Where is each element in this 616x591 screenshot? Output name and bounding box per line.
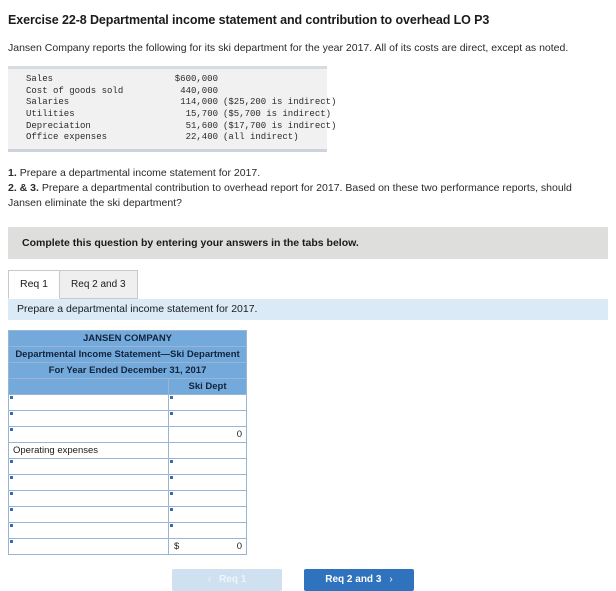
worksheet-row: Operating expenses: [8, 441, 247, 459]
tab-req-2-and-3[interactable]: Req 2 and 3: [60, 269, 138, 299]
next-req-2-and-3-button[interactable]: Req 2 and 3 ›: [304, 568, 414, 591]
worksheet-value-input[interactable]: [168, 521, 247, 539]
given-data-row: Utilities 15,700 ($5,700 is indirect): [8, 108, 331, 121]
given-data-label: Depreciation: [26, 120, 91, 131]
worksheet-value-input[interactable]: [168, 457, 247, 475]
worksheet-value-input[interactable]: [168, 505, 247, 523]
worksheet-column-header-blank: [8, 377, 169, 395]
income-statement-worksheet: JANSEN COMPANY Departmental Income State…: [8, 329, 247, 555]
worksheet-label-input[interactable]: [8, 521, 169, 539]
given-data-row: Salaries 114,000 ($25,200 is indirect): [8, 97, 336, 109]
given-data-note: [218, 74, 223, 84]
given-data-value: $600,000: [174, 74, 218, 85]
worksheet-wrapper: JANSEN COMPANY Departmental Income State…: [8, 329, 616, 555]
requirements-list: 1. Prepare a departmental income stateme…: [0, 152, 616, 211]
requirement-1-text: Prepare a departmental income statement …: [19, 166, 261, 179]
worksheet-label-input[interactable]: [8, 489, 169, 507]
given-data-note: [218, 86, 223, 96]
worksheet-value-input[interactable]: [168, 473, 247, 491]
intro-paragraph: Jansen Company reports the following for…: [8, 42, 569, 54]
worksheet-label-input[interactable]: [8, 537, 169, 555]
chevron-left-icon: ‹: [207, 574, 212, 586]
prev-req-1-label: Req 1: [219, 574, 247, 586]
navigation-bar: ‹ Req 1 Req 2 and 3 ›: [0, 568, 616, 591]
worksheet-row: 0: [8, 425, 247, 443]
given-data-value: 15,700: [185, 108, 218, 119]
worksheet-total-value: $0: [168, 537, 247, 555]
given-data-note: (all indirect): [223, 132, 299, 143]
worksheet-section-label-text: Operating expenses: [13, 444, 99, 456]
requirement-2: 2. & 3. Prepare a departmental contribut…: [8, 181, 608, 210]
worksheet-label-input[interactable]: [8, 393, 169, 411]
worksheet-value-input[interactable]: [168, 489, 247, 507]
worksheet-title-row-3: For Year Ended December 31, 2017: [8, 361, 247, 379]
chevron-right-icon: ›: [389, 574, 393, 586]
worksheet-row: $0: [8, 537, 247, 555]
worksheet-statement-name: Departmental Income Statement—Ski Depart…: [8, 345, 247, 363]
tab-req-1-label: Req 1: [20, 278, 49, 291]
worksheet-title-row-2: Departmental Income Statement—Ski Depart…: [8, 345, 247, 363]
given-data-note: ($5,700 is indirect): [223, 108, 332, 119]
worksheet-company-name: JANSEN COMPANY: [8, 329, 247, 347]
given-data-label: Utilities: [26, 108, 75, 119]
given-data-row: Depreciation 51,600 ($17,700 is indirect): [8, 120, 336, 133]
worksheet-subtotal-value-text: 0: [236, 428, 242, 440]
given-data-value: 114,000: [180, 97, 218, 108]
worksheet-section-label: Operating expenses: [8, 441, 169, 459]
given-data-value: 440,000: [180, 85, 218, 96]
given-data-label: Office expenses: [26, 132, 108, 143]
tab-req-2-and-3-label: Req 2 and 3: [71, 278, 126, 290]
worksheet-row: [8, 409, 247, 427]
given-data-value: 22,400: [185, 132, 218, 143]
worksheet-column-header-row: Ski Dept: [8, 377, 247, 395]
given-data-note: ($17,700 is indirect): [223, 120, 337, 131]
worksheet-row: [8, 393, 247, 411]
worksheet-value-input[interactable]: [168, 409, 247, 427]
requirement-2-number: 2. & 3.: [8, 182, 39, 195]
worksheet-row: [8, 505, 247, 523]
given-data-value: 51,600: [185, 120, 218, 131]
worksheet-label-input[interactable]: [8, 473, 169, 491]
tab-instruction-bar: Prepare a departmental income statement …: [8, 298, 608, 320]
complete-question-bar: Complete this question by entering your …: [8, 226, 608, 259]
prev-req-1-button[interactable]: ‹ Req 1: [172, 568, 282, 591]
given-data-row: Cost of goods sold 440,000: [8, 86, 327, 98]
next-req-2-and-3-label: Req 2 and 3: [325, 574, 382, 586]
given-data-row: Sales $600,000: [8, 74, 327, 86]
requirement-2-text: Prepare a departmental contribution to o…: [8, 182, 572, 210]
worksheet-value-input[interactable]: [168, 393, 247, 411]
page-title: Exercise 22-8 Departmental income statem…: [8, 13, 490, 27]
worksheet-label-input[interactable]: [8, 409, 169, 427]
worksheet-row: [8, 521, 247, 539]
worksheet-row: [8, 489, 247, 507]
tab-req-1[interactable]: Req 1: [8, 269, 61, 299]
given-data-note: ($25,200 is indirect): [223, 97, 337, 108]
given-data-label: Salaries: [26, 97, 70, 108]
worksheet-section-value: [168, 441, 247, 459]
worksheet-subtotal-value: 0: [168, 425, 247, 443]
worksheet-row: [8, 457, 247, 475]
given-data-block: Sales $600,000 Cost of goods sold 440,000 Sa…: [8, 66, 336, 152]
given-data-label: Sales: [26, 74, 54, 85]
tab-instruction-text: Prepare a departmental income statement …: [17, 303, 258, 316]
given-data-label: Cost of goods sold: [26, 85, 124, 96]
worksheet-column-header-ski-dept: Ski Dept: [168, 377, 247, 395]
tab-strip: Req 1 Req 2 and 3: [8, 269, 616, 299]
worksheet-period: For Year Ended December 31, 2017: [8, 361, 247, 379]
given-data-row: Office expenses 22,400 (all indirect): [8, 132, 327, 144]
worksheet-label-input[interactable]: [8, 505, 169, 523]
worksheet-total-currency: $: [174, 540, 180, 552]
worksheet-total-amount: 0: [236, 540, 242, 552]
worksheet-row: [8, 473, 247, 491]
requirement-1-number: 1.: [8, 166, 17, 179]
worksheet-label-input[interactable]: [8, 425, 169, 443]
requirement-1: 1. Prepare a departmental income stateme…: [8, 166, 608, 181]
worksheet-total-inner: $0: [169, 540, 246, 553]
complete-question-text: Complete this question by entering your …: [22, 236, 359, 249]
worksheet-label-input[interactable]: [8, 457, 169, 475]
worksheet-title-row-1: JANSEN COMPANY: [8, 329, 247, 347]
